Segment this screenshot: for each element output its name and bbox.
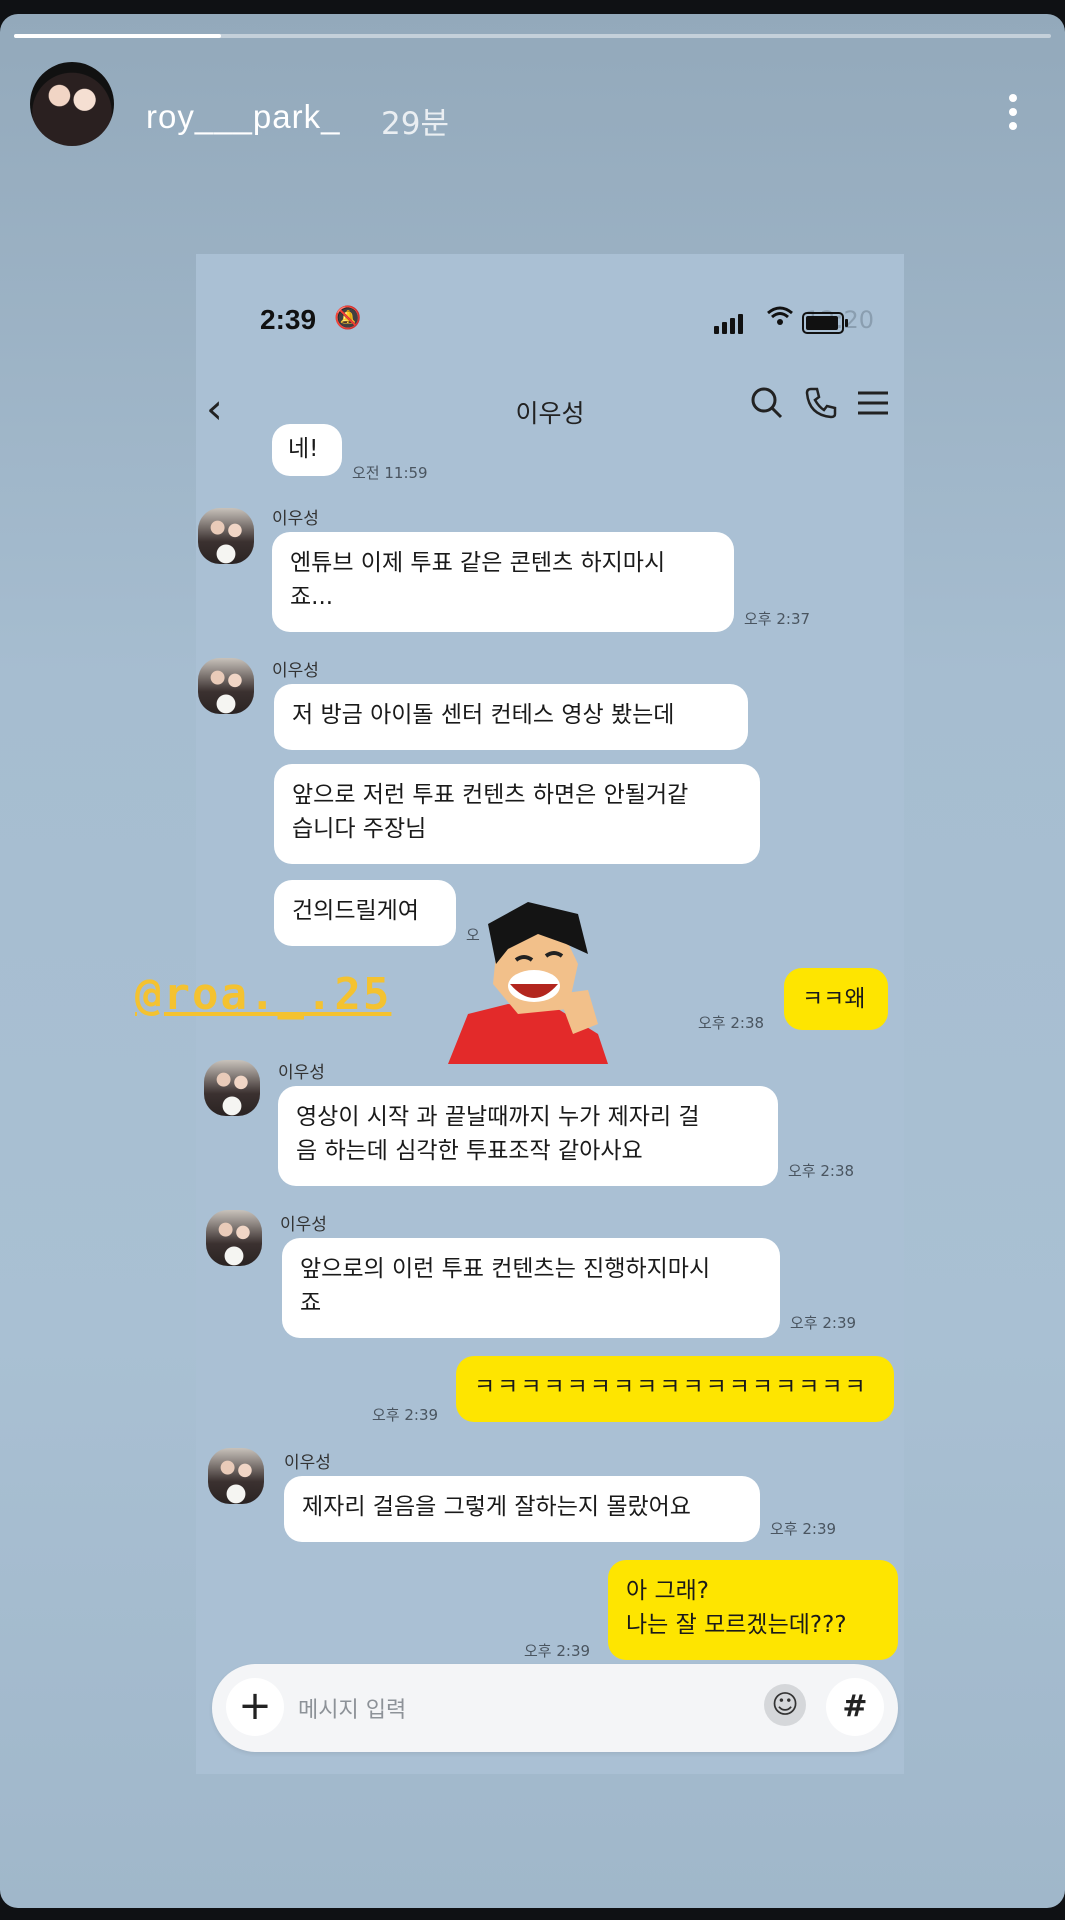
sender-name: 이우성 [278, 1063, 325, 1083]
message-time: 오후 2:39 [790, 1314, 857, 1332]
search-icon[interactable] [750, 386, 784, 428]
message-input-bar[interactable]: + 메시지 입력 ☺ # [212, 1664, 898, 1752]
message-bubble-mine[interactable]: ㅋㅋ왜 [784, 968, 888, 1030]
story-progress-bar [14, 34, 1051, 38]
sender-name: 이우성 [272, 509, 319, 529]
message-time: 오후 2:39 [372, 1406, 439, 1424]
message-bubble[interactable]: 영상이 시작 과 끝날때까지 누가 제자리 걸 음 하는데 심각한 투표조작 같… [278, 1086, 778, 1186]
story-frame: roy___park_ 29분 12:20 2:39 🔕 ‹ 이우성 네! 오전… [0, 14, 1065, 1908]
sender-avatar[interactable] [198, 658, 254, 714]
sender-name: 이우성 [284, 1453, 331, 1473]
message-time: 오후 2:37 [744, 610, 811, 628]
message-bubble[interactable]: 건의드릴게여 [274, 880, 456, 946]
message-bubble[interactable]: 앞으로의 이런 투표 컨텐츠는 진행하지마시 죠 [282, 1238, 780, 1338]
message-bubble[interactable]: 앞으로 저런 투표 컨텐츠 하면은 안될거같 습니다 주장님 [274, 764, 760, 864]
sender-avatar[interactable] [208, 1448, 264, 1504]
message-input[interactable]: 메시지 입력 [298, 1692, 406, 1724]
story-progress-fill [14, 34, 222, 38]
battery-icon [802, 312, 848, 334]
message-bubble[interactable]: 제자리 걸음을 그렇게 잘하는지 몰랐어요 [284, 1476, 760, 1542]
sender-name: 이우성 [280, 1215, 327, 1235]
message-time: 오후 2:39 [524, 1642, 591, 1660]
username[interactable]: roy___park_ [146, 98, 340, 136]
message-time: 오후 2:38 [788, 1162, 855, 1180]
message-bubble[interactable]: 엔튜브 이제 투표 같은 콘텐츠 하지마시 죠... [272, 532, 734, 632]
mention-tag[interactable]: @roa._.25 [135, 969, 391, 1020]
hash-icon[interactable]: # [826, 1678, 884, 1736]
message-time: 오후 2:39 [770, 1520, 837, 1538]
sender-name: 이우성 [272, 661, 319, 681]
emoji-icon[interactable]: ☺ [764, 1684, 806, 1726]
time-ago: 29분 [381, 106, 449, 142]
message-bubble[interactable]: 네! [272, 424, 342, 476]
sender-avatar[interactable] [204, 1060, 260, 1116]
status-time: 2:39 [260, 304, 317, 335]
bell-muted-icon: 🔕 [334, 306, 362, 331]
phone-icon[interactable] [804, 386, 838, 428]
menu-icon[interactable] [856, 386, 890, 428]
signal-icon [714, 314, 746, 334]
message-bubble[interactable]: 저 방금 아이돌 센터 컨테스 영상 봤는데 [274, 684, 748, 750]
sender-avatar[interactable] [206, 1210, 262, 1266]
more-vertical-icon[interactable] [1009, 94, 1019, 134]
sender-avatar[interactable] [198, 508, 254, 564]
laughing-man-sticker [448, 902, 608, 1064]
message-bubble-mine[interactable]: ㅋㅋㅋㅋㅋㅋㅋㅋㅋㅋㅋㅋㅋㅋㅋㅋㅋ [456, 1356, 894, 1422]
profile-avatar[interactable] [30, 62, 114, 146]
message-time: 오전 11:59 [352, 464, 428, 482]
plus-icon[interactable]: + [226, 1678, 284, 1736]
message-time: 오후 2:38 [698, 1014, 765, 1032]
wifi-icon [766, 304, 794, 334]
message-bubble-mine[interactable]: 아 그래? 나는 잘 모르겠는데??? [608, 1560, 898, 1660]
